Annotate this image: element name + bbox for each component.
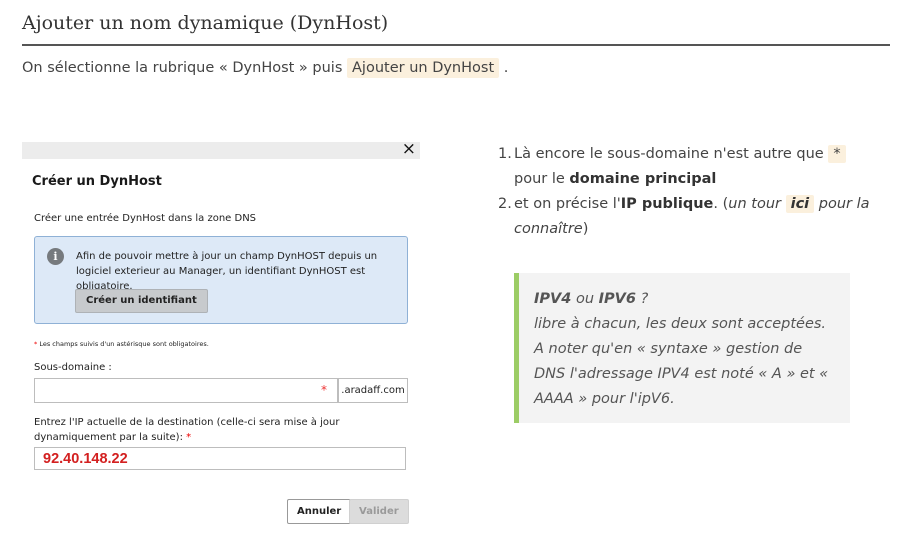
- ip-required-star: *: [186, 432, 192, 443]
- intro-text: On sélectionne la rubrique « DynHost » p…: [22, 60, 348, 76]
- step-bold: domaine principal: [569, 171, 717, 187]
- step-text: pour le: [514, 171, 570, 187]
- ici-link[interactable]: ici: [785, 195, 815, 213]
- step-text: ): [582, 221, 589, 237]
- intro-paragraph: On sélectionne la rubrique « DynHost » p…: [22, 58, 509, 78]
- subdomain-input[interactable]: *: [34, 378, 338, 403]
- info-text: Afin de pouvoir mettre à jour un champ D…: [76, 251, 378, 292]
- quote-heading: IPV4 ou IPV6 ?: [534, 287, 836, 312]
- ip-label: Entrez l'IP actuelle de la destination (…: [34, 415, 414, 445]
- info-box: i Afin de pouvoir mettre à jour un champ…: [34, 236, 408, 324]
- dynhost-dialog-screenshot: × Créer un DynHost Créer une entrée DynH…: [22, 139, 420, 527]
- dialog-top-bar: ×: [22, 139, 420, 159]
- step-number: 1.: [498, 146, 512, 162]
- step-italic: un tour: [728, 196, 786, 212]
- intro-end: .: [499, 60, 509, 76]
- quote-text: libre à chacun, les deux sont acceptées.…: [534, 316, 829, 407]
- quote-ipv4: IPV4: [534, 291, 572, 307]
- quote-or: ou: [571, 291, 599, 307]
- domain-suffix: .aradaff.com: [338, 378, 408, 403]
- intro-highlight: Ajouter un DynHost: [347, 58, 500, 78]
- subdomain-label: Sous-domaine :: [34, 362, 112, 373]
- step-number: 2.: [498, 196, 512, 212]
- step-text: . (: [713, 196, 729, 212]
- info-icon: i: [47, 248, 64, 265]
- step-highlight: *: [828, 145, 846, 163]
- step-item: 1. Là encore le sous-domaine n'est autre …: [498, 142, 883, 192]
- title-divider: [22, 44, 890, 46]
- step-bold: IP publique: [620, 196, 714, 212]
- cancel-button[interactable]: Annuler: [287, 499, 352, 524]
- required-note-text: Les champs suivis d'un astérisque sont o…: [37, 340, 209, 348]
- subdomain-required-star: *: [321, 383, 327, 397]
- step-item: 2. et on précise l'IP publique. (un tour …: [498, 192, 883, 242]
- quote-question: ?: [635, 291, 649, 307]
- ici-link-label: ici: [790, 196, 810, 212]
- note-blockquote: IPV4 ou IPV6 ? libre à chacun, les deux …: [514, 273, 850, 423]
- validate-button[interactable]: Valider: [349, 499, 409, 524]
- quote-ipv6: IPV6: [598, 291, 636, 307]
- required-note: * Les champs suivis d'un astérisque sont…: [34, 340, 209, 348]
- dialog-title: Créer un DynHost: [32, 174, 162, 189]
- ip-input[interactable]: 92.40.148.22: [34, 447, 406, 470]
- close-icon[interactable]: ×: [402, 138, 416, 160]
- steps-list: 1. Là encore le sous-domaine n'est autre …: [498, 142, 883, 242]
- page-title: Ajouter un nom dynamique (DynHost): [22, 12, 389, 34]
- create-identifier-button[interactable]: Créer un identifiant: [75, 289, 208, 313]
- dialog-subtitle: Créer une entrée DynHost dans la zone DN…: [34, 213, 257, 224]
- step-text: Là encore le sous-domaine n'est autre qu…: [514, 146, 829, 162]
- step-text: et on précise l': [514, 196, 621, 212]
